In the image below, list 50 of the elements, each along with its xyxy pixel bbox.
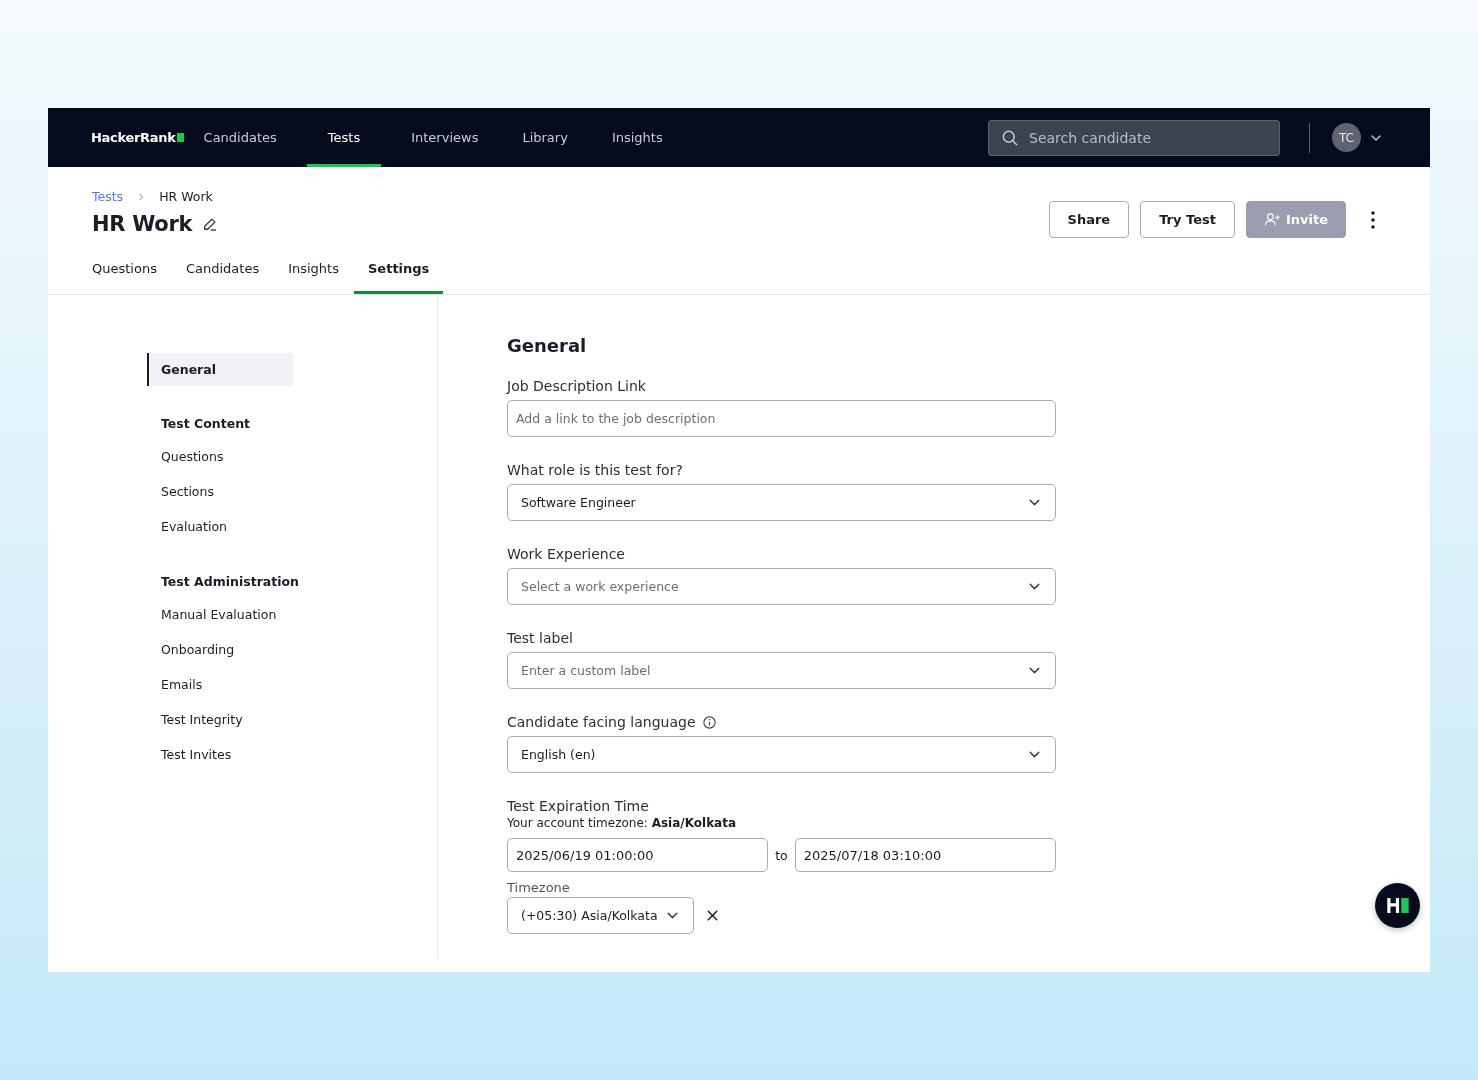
breadcrumb-link[interactable]: Tests (92, 189, 124, 204)
sidebar-item[interactable]: Manual Evaluation (147, 597, 293, 632)
logo-icon (1386, 898, 1409, 913)
sidebar-item[interactable]: Evaluation (147, 509, 293, 544)
sidebar-item[interactable]: Emails (147, 667, 293, 702)
sidebar-item[interactable]: General (147, 353, 293, 386)
section-title: General (507, 335, 588, 356)
text-field[interactable]: Add a link to the job description (507, 400, 1056, 437)
tab[interactable]: Insights (274, 261, 353, 294)
avatar[interactable]: TC (1332, 123, 1361, 152)
logo[interactable]: HackerRank (91, 130, 184, 145)
sidebar-item[interactable]: Onboarding (147, 632, 293, 667)
add-user-icon (1263, 211, 1281, 228)
more-options-icon[interactable] (1371, 210, 1375, 229)
sidebar-item[interactable]: Test Integrity (147, 702, 293, 737)
dropdown[interactable]: English (en) (507, 736, 1056, 773)
date-field[interactable]: 2025/06/19 01:00:00 (507, 838, 769, 872)
field-label: Job Description Link (507, 378, 646, 394)
sidebar-item[interactable]: Sections (147, 474, 293, 509)
chat-bubble-button[interactable] (1375, 883, 1420, 928)
action-button[interactable]: Share (1048, 201, 1130, 238)
sidebar-heading: Test Administration (160, 574, 300, 589)
tab[interactable]: Questions (92, 261, 171, 294)
page-title: HR Work (92, 212, 193, 236)
field-label: Test label (507, 630, 573, 646)
field-label: Candidate facing language (507, 714, 696, 730)
sidebar-heading: Test Content (160, 416, 252, 431)
dropdown[interactable]: Software Engineer (507, 484, 1056, 521)
action-button[interactable]: Try Test (1140, 201, 1235, 238)
timezone-note: Your account timezone: Asia/Kolkata (507, 816, 738, 830)
nav-link[interactable]: Library (508, 108, 582, 167)
nav-link[interactable]: Tests (306, 108, 382, 167)
timezone-dropdown[interactable]: (+05:30) Asia/Kolkata (507, 897, 694, 934)
sidebar-item[interactable]: Questions (147, 439, 293, 474)
field-label: Timezone (507, 880, 571, 895)
sidebar-item[interactable]: Test Invites (147, 737, 293, 772)
nav-link[interactable]: Candidates (189, 108, 291, 167)
breadcrumb-current: HR Work (159, 189, 213, 204)
search-field[interactable]: Search candidate (988, 119, 1280, 156)
date-field[interactable]: 2025/07/18 03:10:00 (794, 838, 1056, 872)
nav-link[interactable]: Interviews (397, 108, 493, 167)
tab[interactable]: Settings (354, 261, 444, 294)
field-label: Work Experience (507, 546, 625, 562)
field-label: What role is this test for? (507, 462, 683, 478)
dropdown[interactable]: Select a work experience (507, 568, 1056, 605)
field-label: Test Expiration Time (507, 798, 650, 814)
tab[interactable]: Candidates (171, 261, 274, 294)
range-separator: to (775, 847, 788, 863)
nav-link[interactable]: Insights (597, 108, 677, 167)
dropdown[interactable]: Enter a custom label (507, 652, 1056, 689)
